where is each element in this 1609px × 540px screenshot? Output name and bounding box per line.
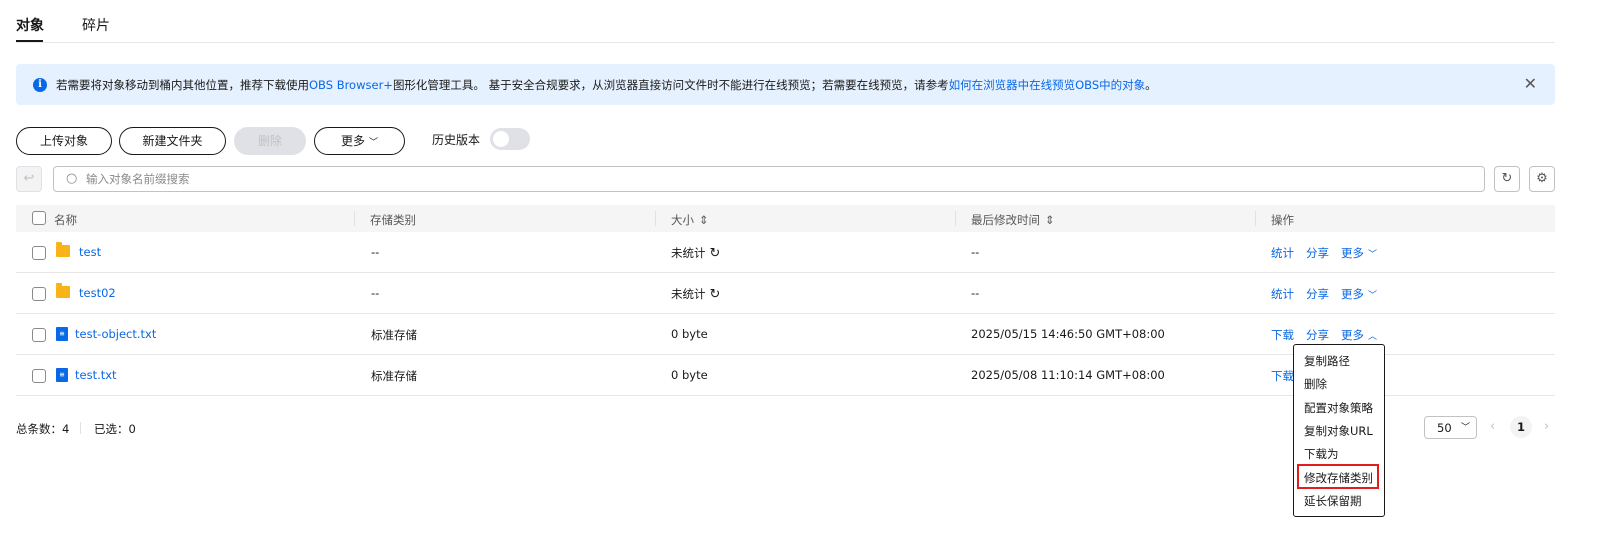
footer-divider (80, 422, 81, 434)
size-cell: 0 byte (671, 327, 708, 341)
table-header: 名称 存储类别 大小 ⇕ 最后修改时间 ⇕ 操作 (16, 205, 1555, 232)
total-count: 总条数：4 (16, 422, 70, 436)
chevron-up-icon: ︿ (1368, 332, 1378, 342)
modified-cell: 2025/05/15 14:46:50 GMT+08:00 (971, 327, 1165, 341)
modified-cell: -- (971, 245, 980, 259)
chevron-down-icon: ﹀ (1368, 250, 1378, 260)
history-version-toggle[interactable] (490, 128, 530, 150)
tab-bar: 对象 碎片 (16, 0, 1555, 43)
table-row: test -- 未统计 ↻ -- 统计 分享 更多 ﹀ (16, 232, 1555, 273)
row-checkbox[interactable] (32, 287, 46, 301)
table-row: test02 -- 未统计 ↻ -- 统计 分享 更多 ﹀ (16, 273, 1555, 314)
page-number[interactable]: 1 (1510, 416, 1532, 438)
search-icon: ○ (66, 171, 78, 186)
tab-objects[interactable]: 对象 (16, 15, 44, 35)
header-name: 名称 (54, 213, 77, 227)
notice-message: 若需要将对象移动到桶内其他位置，推荐下载使用OBS Browser+图形化管理工… (56, 78, 1157, 92)
menu-item-copy-url[interactable]: 复制对象URL (1304, 423, 1373, 439)
storage-class-cell: 标准存储 (371, 369, 417, 383)
refresh-icon[interactable]: ↻ (710, 287, 721, 302)
next-page-icon[interactable]: › (1544, 419, 1549, 434)
column-divider (955, 211, 956, 226)
sort-icon[interactable]: ⇕ (1045, 213, 1055, 227)
download-link[interactable]: 下载 (1271, 327, 1294, 343)
chevron-down-icon: ﹀ (1368, 291, 1378, 301)
share-link[interactable]: 分享 (1306, 245, 1329, 261)
stats-link[interactable]: 统计 (1271, 286, 1294, 302)
column-divider (1255, 211, 1256, 226)
tab-fragments[interactable]: 碎片 (82, 15, 110, 35)
obs-browser-link[interactable]: OBS Browser+ (309, 78, 393, 92)
menu-item-extend-retention[interactable]: 延长保留期 (1304, 493, 1362, 509)
back-icon[interactable]: ↩ (16, 166, 42, 192)
storage-class-cell: 标准存储 (371, 328, 417, 342)
menu-item-copy-path[interactable]: 复制路径 (1304, 353, 1350, 369)
menu-item-delete[interactable]: 删除 (1304, 376, 1327, 392)
size-cell: 未统计 ↻ (671, 287, 721, 302)
storage-class-cell: -- (371, 245, 380, 259)
folder-icon (56, 242, 70, 257)
column-divider (655, 211, 656, 226)
search-input[interactable] (86, 170, 1466, 188)
row-checkbox[interactable] (32, 246, 46, 260)
header-storage-class: 存储类别 (370, 213, 416, 227)
select-all-checkbox[interactable] (32, 211, 46, 225)
more-link[interactable]: 更多 ﹀ (1341, 286, 1377, 302)
menu-item-object-policy[interactable]: 配置对象策略 (1304, 400, 1373, 416)
upload-object-button[interactable]: 上传对象 (16, 127, 112, 155)
folder-icon (56, 283, 70, 298)
delete-button[interactable]: 删除 (234, 127, 306, 155)
chevron-down-icon: ﹀ (1460, 423, 1470, 433)
header-actions: 操作 (1271, 213, 1294, 227)
row-checkbox[interactable] (32, 328, 46, 342)
chevron-down-icon: ﹀ (369, 138, 379, 148)
history-version-label: 历史版本 (432, 133, 481, 147)
refresh-icon[interactable]: ↻ (1494, 166, 1520, 192)
info-icon: i (33, 78, 47, 92)
highlight-box (1297, 464, 1379, 489)
header-size[interactable]: 大小 ⇕ (671, 212, 709, 228)
close-icon[interactable]: ✕ (1524, 74, 1537, 93)
more-button[interactable]: 更多 ﹀ (314, 127, 405, 155)
object-name-link[interactable]: test-object.txt (75, 327, 156, 341)
modified-cell: -- (971, 286, 980, 300)
more-actions-menu: 复制路径 删除 配置对象策略 复制对象URL 下载为 修改存储类别 延长保留期 (1293, 344, 1385, 517)
gear-icon[interactable]: ⚙ (1529, 166, 1555, 192)
stats-link[interactable]: 统计 (1271, 245, 1294, 261)
size-cell: 未统计 ↻ (671, 246, 721, 261)
search-box: ○ (53, 166, 1485, 192)
active-tab-indicator (16, 40, 43, 42)
new-folder-button[interactable]: 新建文件夹 (119, 127, 226, 155)
object-name-link[interactable]: test02 (79, 286, 116, 300)
more-link[interactable]: 更多 ︿ (1341, 327, 1377, 343)
notice-banner: i 若需要将对象移动到桶内其他位置，推荐下载使用OBS Browser+图形化管… (16, 64, 1555, 105)
size-cell: 0 byte (671, 368, 708, 382)
object-name-link[interactable]: test (79, 245, 101, 259)
more-link[interactable]: 更多 ﹀ (1341, 245, 1377, 261)
share-link[interactable]: 分享 (1306, 327, 1329, 343)
prev-page-icon[interactable]: ‹ (1490, 419, 1495, 434)
file-icon: ≡ (56, 368, 68, 382)
file-icon: ≡ (56, 327, 68, 341)
share-link[interactable]: 分享 (1306, 286, 1329, 302)
refresh-icon[interactable]: ↻ (710, 246, 721, 261)
toggle-knob (493, 131, 509, 147)
modified-cell: 2025/05/08 11:10:14 GMT+08:00 (971, 368, 1165, 382)
download-link[interactable]: 下载 (1271, 368, 1294, 384)
column-divider (354, 211, 355, 226)
page-size-select[interactable]: 50 ﹀ (1424, 416, 1477, 439)
storage-class-cell: -- (371, 286, 380, 300)
menu-item-download-as[interactable]: 下载为 (1304, 446, 1339, 462)
sort-icon[interactable]: ⇕ (699, 213, 709, 227)
header-last-modified[interactable]: 最后修改时间 ⇕ (971, 212, 1055, 228)
online-preview-help-link[interactable]: 如何在浏览器中在线预览OBS中的对象 (949, 78, 1146, 92)
selected-count: 已选：0 (94, 422, 136, 436)
row-checkbox[interactable] (32, 369, 46, 383)
object-name-link[interactable]: test.txt (75, 368, 117, 382)
